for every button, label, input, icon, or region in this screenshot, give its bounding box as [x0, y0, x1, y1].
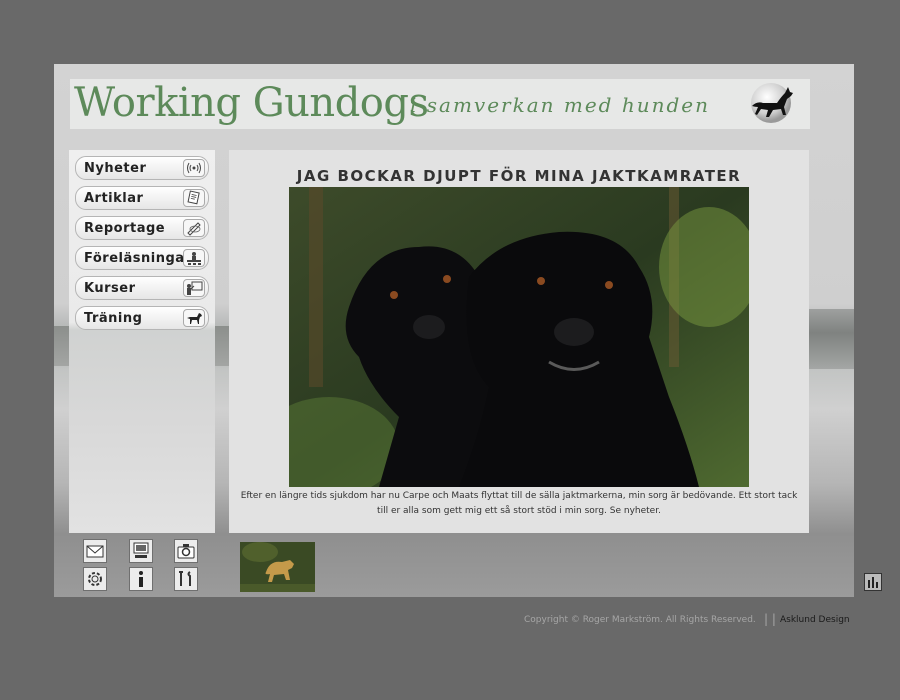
designer-link[interactable]: Asklund Design — [780, 615, 850, 625]
site-tagline: i samverkan med hunden — [410, 93, 711, 117]
camera-icon[interactable] — [174, 539, 198, 563]
mail-icon[interactable] — [83, 539, 107, 563]
documents-icon — [183, 189, 205, 207]
article-caption: Efter en längre tids sjukdom har nu Carp… — [240, 491, 798, 516]
nav-item-label: Artiklar — [84, 191, 144, 206]
nav-item-artiklar[interactable]: Artiklar — [75, 186, 209, 210]
stats-counter-icon[interactable] — [864, 573, 882, 591]
site-header: Working Gundogs i samverkan med hunden — [70, 79, 810, 129]
footer-separator: | | — [764, 612, 776, 626]
nav-item-nyheter[interactable]: Nyheter — [75, 156, 209, 180]
site-logo-text[interactable]: Working Gundogs — [74, 80, 429, 126]
tools-icon[interactable] — [174, 567, 198, 591]
article-title: JAG BOCKAR DJUPT FÖR MINA JAKTKAMRATER — [296, 167, 742, 185]
nav-item-label: Nyheter — [84, 161, 147, 176]
nav-item-reportage[interactable]: Reportage — [75, 216, 209, 240]
site-frame: Working Gundogs i samverkan med hunden N… — [54, 64, 854, 597]
broadcast-icon — [183, 159, 205, 177]
dog-icon — [183, 309, 205, 327]
article-photo — [289, 187, 749, 487]
presenter-icon — [183, 249, 205, 267]
sidebar-nav: Nyheter Artiklar Reportage Föreläsningar… — [69, 150, 215, 533]
gear-icon[interactable] — [83, 567, 107, 591]
nav-item-label: Reportage — [84, 221, 166, 236]
footer-copyright: Copyright © Roger Markström. All Rights … — [524, 615, 756, 625]
nav-item-label: Kurser — [84, 281, 136, 296]
dog-silhouette-icon[interactable] — [747, 79, 797, 129]
nav-item-label: Föreläsningar — [84, 251, 192, 266]
teacher-icon — [183, 279, 205, 297]
info-icon[interactable] — [129, 567, 153, 591]
main-content: JAG BOCKAR DJUPT FÖR MINA JAKTKAMRATER E… — [229, 150, 809, 533]
nav-item-label: Träning — [84, 311, 143, 326]
computer-icon[interactable] — [129, 539, 153, 563]
news-thumbnail[interactable] — [240, 542, 315, 592]
nav-item-kurser[interactable]: Kurser — [75, 276, 209, 300]
nav-item-forelasningar[interactable]: Föreläsningar — [75, 246, 209, 270]
nav-item-traning[interactable]: Träning — [75, 306, 209, 330]
pen-icon — [183, 219, 205, 237]
